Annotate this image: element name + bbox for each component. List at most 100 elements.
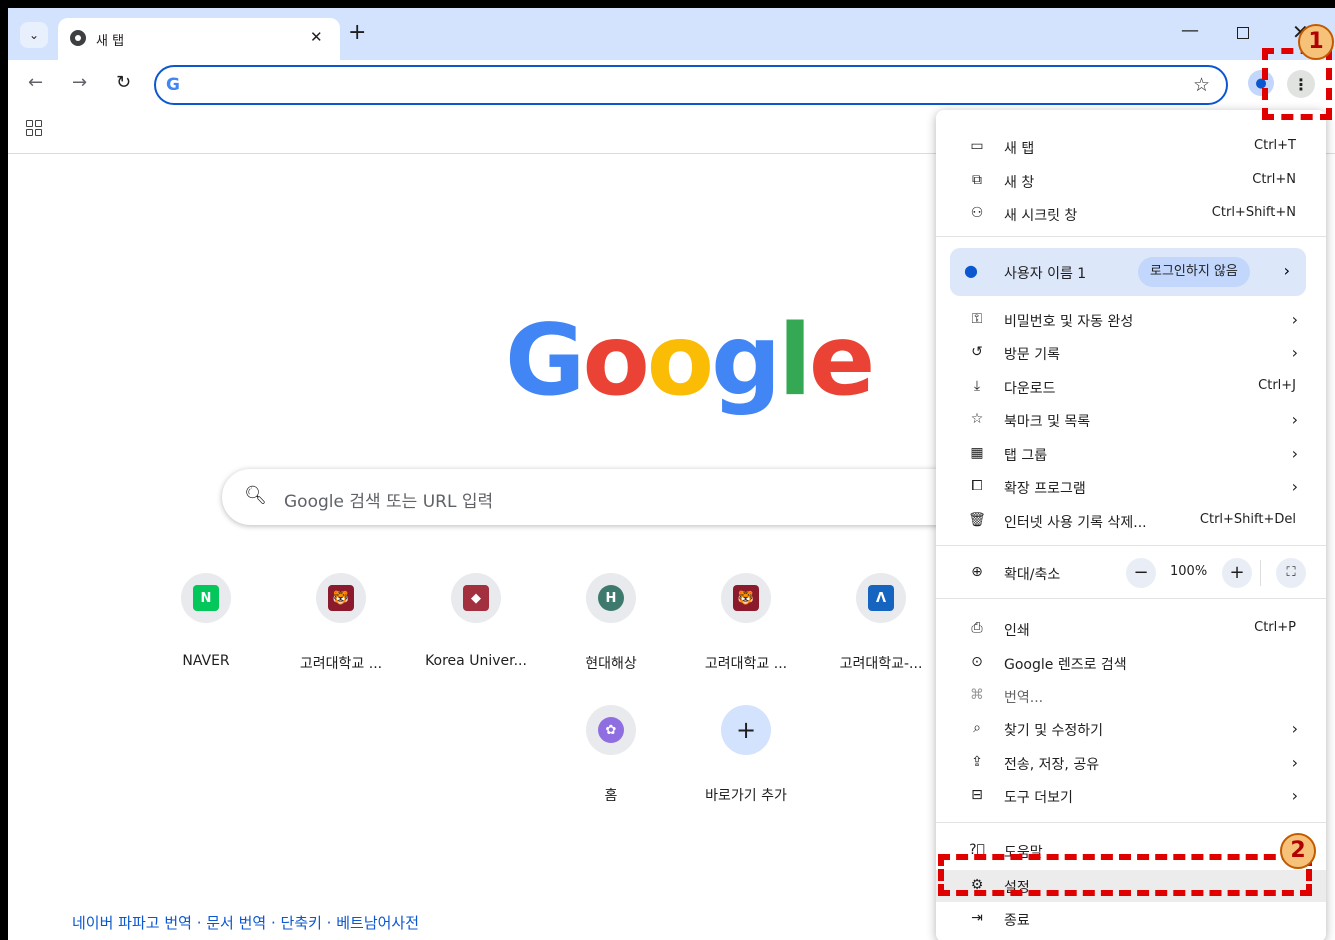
menu-item-bookmarks[interactable]: ☆ 북마크 및 목록 › [936, 405, 1326, 435]
search-icon: 🔍︎ [244, 485, 267, 506]
shortcut-tile[interactable]: N NAVER [150, 573, 262, 669]
find-icon: ⌕ [973, 720, 981, 736]
menu-item-cast-save-share[interactable]: ⇪ 전송, 저장, 공유 › [936, 748, 1326, 778]
copilot-icon: ✿ [598, 717, 624, 743]
menu-item-more-tools[interactable]: ⊟ 도구 더보기 › [936, 781, 1326, 811]
google-logo-letter: g [711, 304, 781, 418]
chrome-icon [70, 30, 86, 46]
close-tab-icon[interactable]: ✕ [310, 28, 323, 46]
shortcut-icon-circle: H [586, 573, 636, 623]
menu-item-history[interactable]: ↺ 방문 기록 › [936, 338, 1326, 368]
shortcut-tile[interactable]: Λ 고려대학교-... [825, 573, 937, 673]
menu-item-exit[interactable]: ⇥ 종료 [936, 904, 1326, 934]
menu-item-passwords[interactable]: ⚿ 비밀번호 및 자동 완성 › [936, 305, 1326, 335]
share-icon: ⇪ [971, 754, 983, 770]
zoom-in-button[interactable]: + [1222, 558, 1252, 588]
lens-icon: ⊙ [971, 654, 983, 670]
printer-icon: ⎙ [971, 620, 983, 636]
blackboard-icon: Λ [868, 585, 894, 611]
menu-item-print[interactable]: ⎙ 인쇄 Ctrl+P [936, 614, 1326, 644]
menu-profile-row[interactable]: ● 사용자 이름 1 로그인하지 않음 › [950, 248, 1306, 296]
shortcut-label: 고려대학교 ... [299, 656, 383, 672]
hyundai-marine-icon: H [598, 585, 624, 611]
shortcut-icon-circle: ✿ [586, 705, 636, 755]
incognito-icon: ⚇ [970, 205, 984, 221]
tab-title: 새 탭 [96, 34, 125, 49]
download-icon: ⤓ [973, 378, 981, 394]
menu-item-zoom: ⊕ 확대/축소 − 100% + ⛶ [936, 558, 1326, 588]
shortcut-tile[interactable]: + 바로가기 추가 [690, 705, 802, 805]
google-logo-letter: G [505, 304, 585, 418]
zoom-out-button[interactable]: − [1126, 558, 1156, 588]
bookmark-star-icon[interactable]: ☆ [1193, 74, 1210, 96]
shortcut-icon-circle: 🐯 [316, 573, 366, 623]
korea-univ-tiger-icon: 🐯 [328, 585, 354, 611]
google-logo-letter: o [646, 304, 714, 418]
history-icon: ↺ [971, 344, 983, 360]
shortcut-label: 고려대학교 ... [704, 656, 788, 672]
browser-window: ⌄ 새 탭 ✕ + — ✕ ← → ↻ G ☆ ● ⋮ Google 🔍︎ Go… [8, 8, 1335, 940]
trash-icon: 🗑︎ [968, 512, 986, 528]
menu-item-clear-data[interactable]: 🗑︎ 인터넷 사용 기록 삭제... Ctrl+Shift+Del [936, 506, 1326, 536]
korea-univ-shield-icon: ◆ [463, 585, 489, 611]
apps-icon[interactable] [26, 120, 42, 136]
annotation-badge-1: 1 [1298, 24, 1334, 60]
forward-button[interactable]: → [72, 72, 87, 93]
shortcut-tile[interactable]: ✿ 홈 [555, 705, 667, 805]
star-icon: ☆ [970, 411, 984, 427]
maximize-button[interactable] [1237, 27, 1249, 39]
shortcut-tile[interactable]: 🐯 고려대학교 ... [690, 573, 802, 673]
shortcut-label: 고려대학교-... [839, 656, 923, 672]
footer-links[interactable]: 네이버 파파고 번역 · 문서 번역 · 단축키 · 베트남어사전 [72, 912, 419, 933]
minimize-button[interactable]: — [1181, 20, 1199, 41]
chevron-right-icon: › [1291, 444, 1298, 463]
chevron-right-icon: › [1283, 261, 1290, 280]
zoom-level: 100% [1170, 564, 1208, 579]
tab-search-button[interactable]: ⌄ [20, 22, 48, 48]
shortcut-tile[interactable]: ◆ Korea Univer... [420, 573, 532, 669]
menu-divider [936, 236, 1326, 237]
reload-button[interactable]: ↻ [116, 72, 131, 93]
new-tab-icon: ▭ [970, 138, 984, 154]
search-placeholder: Google 검색 또는 URL 입력 [284, 492, 494, 512]
fullscreen-button[interactable]: ⛶ [1276, 558, 1306, 588]
shortcut-tile[interactable]: 🐯 고려대학교 ... [285, 573, 397, 673]
person-icon: ● [964, 261, 978, 280]
menu-item-lens[interactable]: ⊙ Google 렌즈로 검색 [936, 648, 1326, 678]
menu-item-translate[interactable]: ⌘ 번역... [936, 681, 1326, 711]
annotation-box-settings [938, 854, 1312, 896]
menu-item-find-edit[interactable]: ⌕ 찾기 및 수정하기 › [936, 714, 1326, 744]
puzzle-icon: ⧠ [971, 478, 983, 494]
shortcut-label: Korea Univer... [425, 653, 527, 669]
menu-item-new-tab[interactable]: ▭ 새 탭 Ctrl+T [936, 132, 1326, 162]
shortcut-icon-circle: Λ [856, 573, 906, 623]
menu-item-downloads[interactable]: ⤓ 다운로드 Ctrl+J [936, 372, 1326, 402]
chevron-right-icon: › [1291, 786, 1298, 805]
chevron-right-icon: › [1291, 753, 1298, 772]
google-logo-letter: e [808, 304, 875, 418]
menu-divider [936, 545, 1326, 546]
new-tab-button[interactable]: + [348, 22, 366, 44]
shortcut-tile[interactable]: H 현대해상 [555, 573, 667, 673]
address-bar[interactable]: G ☆ [154, 65, 1228, 105]
menu-item-extensions[interactable]: ⧠ 확장 프로그램 › [936, 472, 1326, 502]
tab-new-tab[interactable]: 새 탭 ✕ [58, 18, 340, 60]
shortcut-label: 홈 [604, 788, 618, 804]
menu-item-tab-groups[interactable]: ▦ 탭 그룹 › [936, 439, 1326, 469]
menu-divider [936, 598, 1326, 599]
google-g-icon: G [166, 75, 180, 95]
back-button[interactable]: ← [28, 72, 43, 93]
naver-icon: N [193, 585, 219, 611]
menu-item-new-window[interactable]: ⧉ 새 창 Ctrl+N [936, 166, 1326, 196]
shortcut-label: 현대해상 [585, 656, 637, 672]
shortcut-icon-circle: N [181, 573, 231, 623]
signed-out-badge: 로그인하지 않음 [1138, 257, 1250, 287]
shortcut-label: NAVER [182, 653, 230, 669]
chevron-down-icon: ⌄ [28, 28, 40, 42]
chevron-right-icon: › [1291, 477, 1298, 496]
menu-item-incognito[interactable]: ⚇ 새 시크릿 창 Ctrl+Shift+N [936, 199, 1326, 229]
tab-groups-icon: ▦ [970, 445, 984, 461]
korea-univ-tiger-icon: 🐯 [733, 585, 759, 611]
chevron-right-icon: › [1291, 719, 1298, 738]
key-icon: ⚿ [971, 311, 983, 327]
